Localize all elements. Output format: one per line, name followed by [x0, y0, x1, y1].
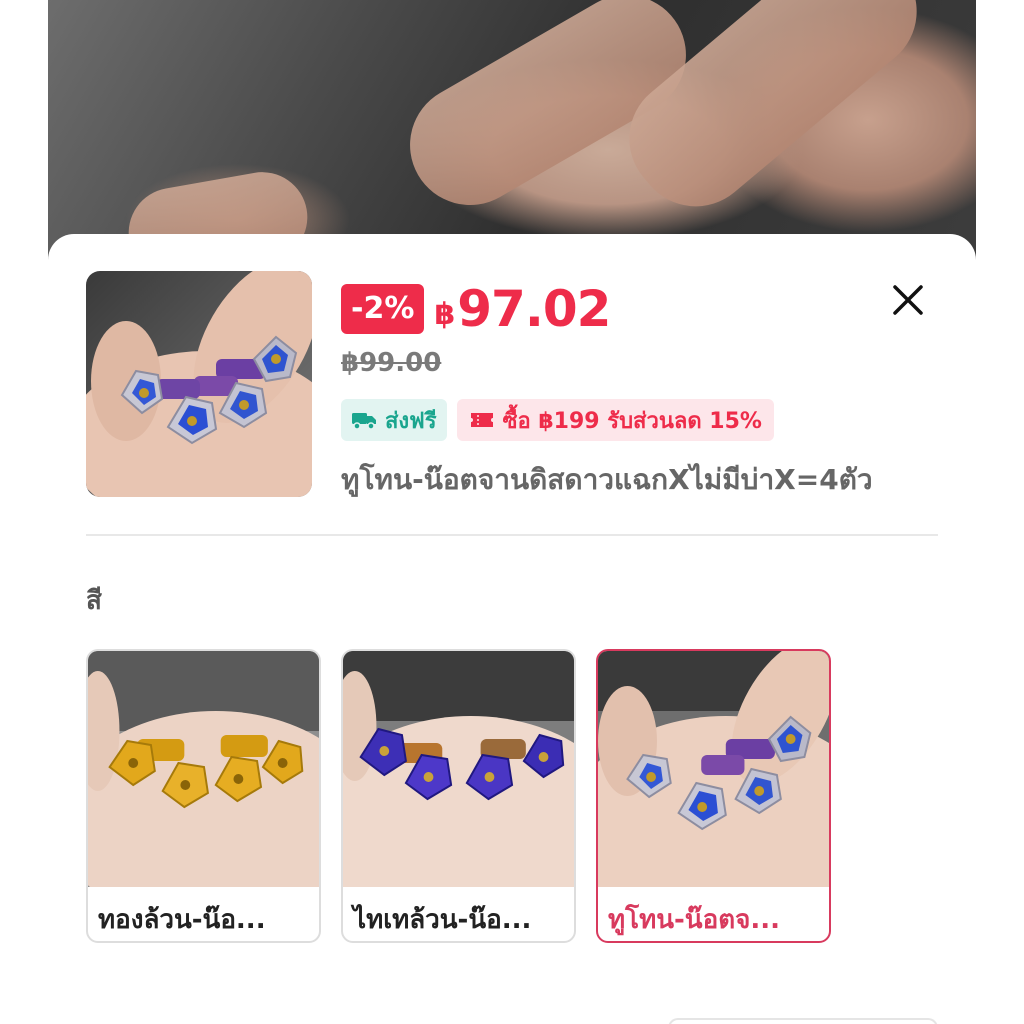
discount-badge: -2%	[341, 284, 425, 334]
product-title: ทูโทน-น๊อตจานดิสดาวแฉกXไม่มีบ่าX=4ตัว	[341, 463, 873, 496]
promo-tags: ส่งฟรี ซื้อ ฿199 รับส่วนลด 15%	[341, 399, 774, 441]
color-section-label: สี	[86, 586, 102, 616]
gold-bolts-photo-icon	[88, 651, 319, 931]
sale-price: 97.02	[457, 280, 611, 338]
variant-option-titanium[interactable]: ไทเทล้วน-น๊อ...	[341, 649, 576, 943]
variant-label: ทองล้วน-น๊อ...	[98, 904, 266, 935]
variant-option-gold[interactable]: ทองล้วน-น๊อ...	[86, 649, 321, 943]
truck-icon	[352, 413, 376, 430]
coupon-tag[interactable]: ซื้อ ฿199 รับส่วนลด 15%	[456, 399, 774, 441]
divider	[86, 534, 938, 536]
currency-symbol: ฿	[434, 296, 456, 332]
variant-option-two-tone[interactable]: ทูโทน-น๊อตจ...	[596, 649, 831, 943]
close-icon	[893, 285, 923, 315]
bottom-button-edge[interactable]	[668, 1018, 938, 1024]
titanium-bolts-photo-icon	[343, 651, 574, 936]
variant-label: ไทเทล้วน-น๊อ...	[353, 904, 532, 935]
free-shipping-tag: ส่งฟรี	[341, 399, 447, 441]
coupon-label: ซื้อ ฿199 รับส่วนลด 15%	[502, 408, 762, 434]
price-row: -2% ฿ 97.02	[341, 280, 611, 338]
free-shipping-label: ส่งฟรี	[385, 408, 437, 434]
bolts-photo-icon	[86, 271, 312, 497]
ticket-icon	[470, 413, 493, 427]
variant-label: ทูโทน-น๊อตจ...	[608, 904, 780, 935]
two-tone-bolts-photo-icon	[598, 651, 829, 936]
original-price: ฿99.00	[341, 348, 442, 378]
variant-list: ทองล้วน-น๊อ... ไทเทล้วน-น๊อ... ทูโทน-น๊อ…	[86, 649, 831, 943]
product-thumbnail[interactable]	[86, 271, 312, 497]
close-button[interactable]	[888, 280, 928, 320]
